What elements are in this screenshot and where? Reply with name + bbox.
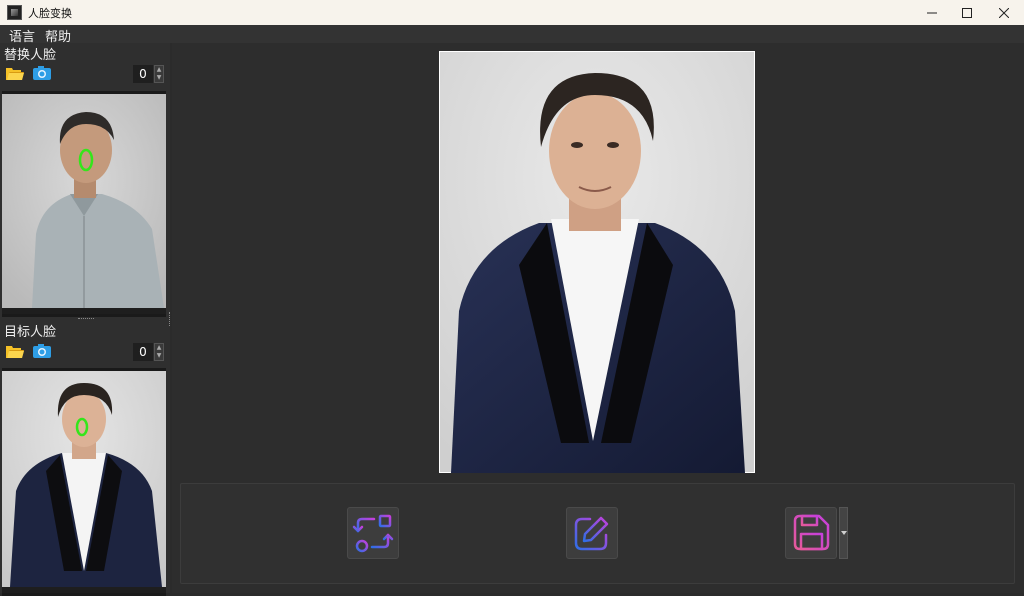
target-face-image — [2, 371, 166, 587]
menu-bar: 语言 帮助 — [0, 25, 1024, 45]
target-spin-arrows[interactable]: ▲ ▼ — [154, 343, 164, 361]
source-face-label: 替换人脸 — [4, 48, 57, 63]
swap-face-button[interactable] — [347, 507, 399, 559]
target-face-index-spinbox[interactable]: 0 ▲ ▼ — [133, 343, 165, 361]
close-button[interactable] — [986, 0, 1022, 25]
edit-icon — [574, 516, 609, 551]
save-options-dropdown[interactable] — [839, 507, 848, 559]
close-icon — [999, 7, 1009, 18]
chevron-down-icon — [840, 531, 847, 535]
window-title: 人脸变换 — [28, 7, 72, 20]
swap-icon — [352, 514, 394, 553]
maximize-icon — [962, 7, 972, 18]
target-camera-icon[interactable] — [33, 344, 51, 358]
target-face-label: 目标人脸 — [4, 325, 57, 340]
target-face-index-value[interactable]: 0 — [133, 343, 153, 361]
minimize-icon — [927, 12, 937, 13]
maximize-button[interactable] — [949, 0, 985, 25]
source-spin-arrows[interactable]: ▲ ▼ — [154, 65, 164, 83]
source-face-thumbnail-frame — [2, 91, 166, 317]
result-image — [438, 50, 756, 474]
result-image-frame — [438, 50, 756, 474]
app-icon — [7, 5, 22, 20]
edit-button[interactable] — [566, 507, 618, 559]
save-button[interactable] — [785, 507, 837, 559]
title-bar: 人脸变换 — [0, 0, 1024, 25]
save-icon — [793, 514, 830, 551]
horizontal-splitter-handle[interactable] — [78, 318, 94, 321]
source-face-image — [2, 94, 166, 308]
source-camera-icon[interactable] — [33, 66, 51, 80]
target-face-thumbnail-frame — [2, 368, 166, 596]
minimize-button[interactable] — [914, 0, 950, 25]
source-open-folder-icon[interactable] — [6, 67, 24, 80]
source-face-index-spinbox[interactable]: 0 ▲ ▼ — [133, 65, 165, 83]
source-face-index-value[interactable]: 0 — [133, 65, 153, 83]
target-open-folder-icon[interactable] — [6, 345, 24, 358]
